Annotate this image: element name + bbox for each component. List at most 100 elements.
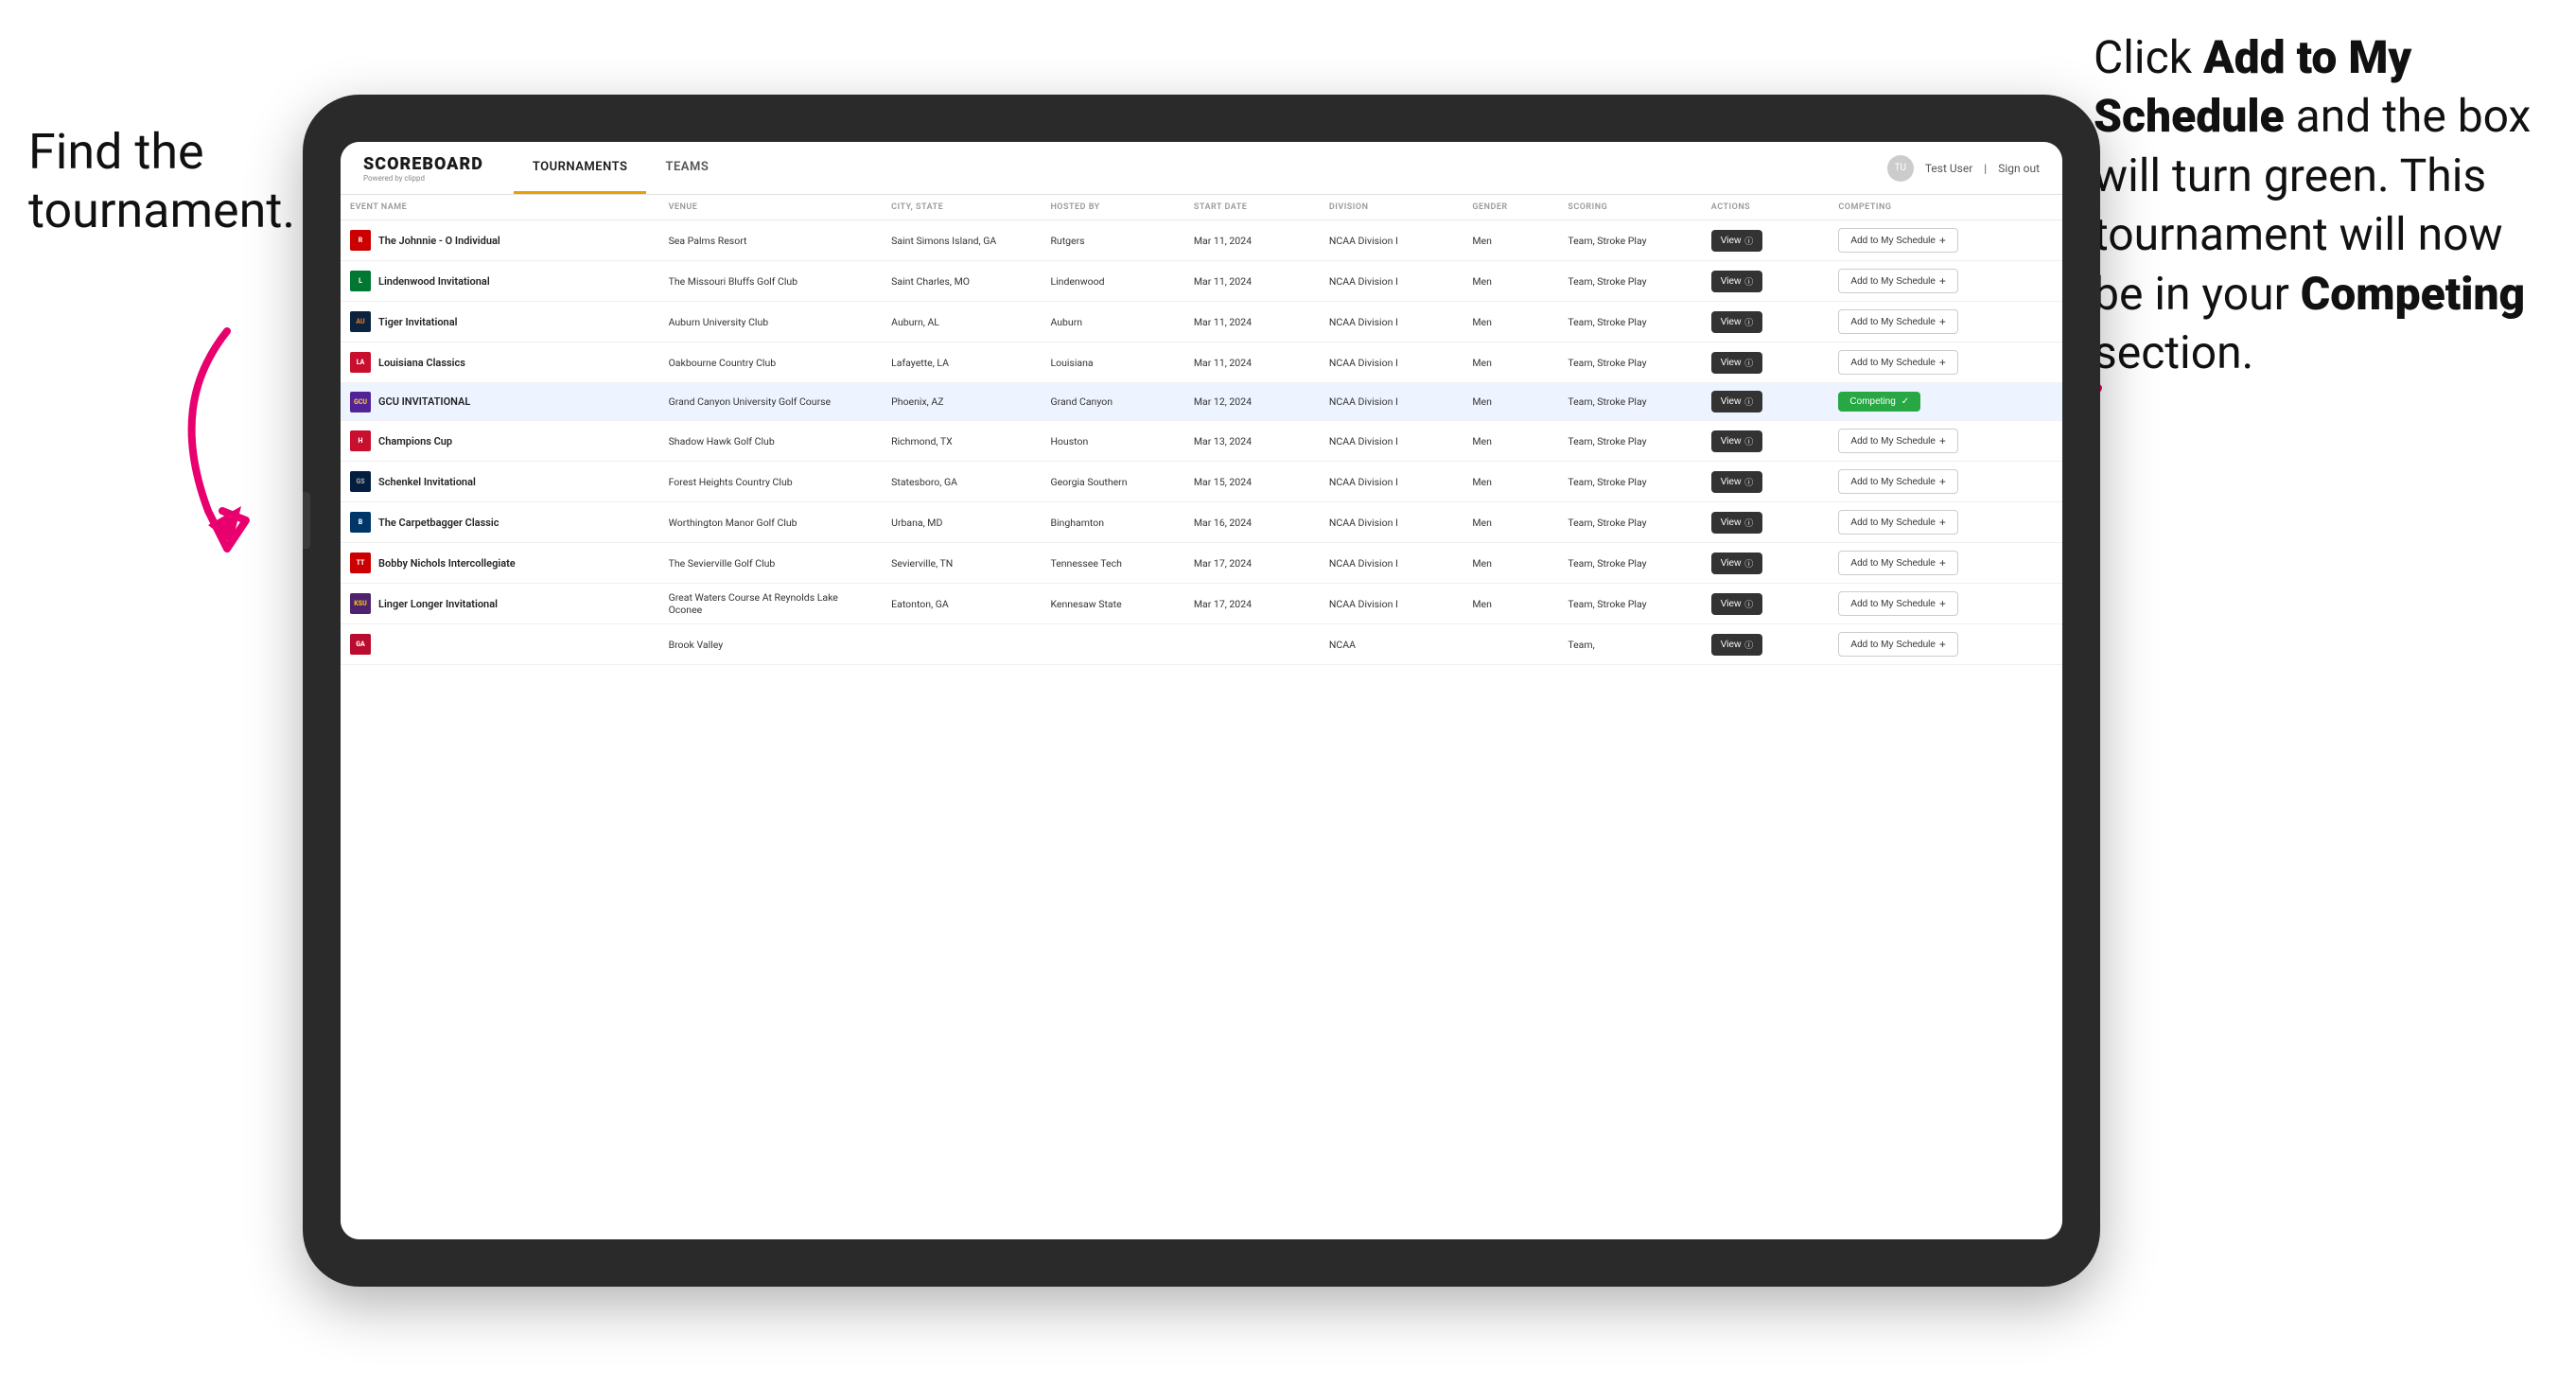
city-cell: Saint Charles, MO bbox=[882, 261, 1041, 302]
gender-cell: Men bbox=[1463, 220, 1558, 261]
add-to-schedule-button[interactable]: Add to My Schedule + bbox=[1838, 228, 1958, 253]
hosted-by-cell: Houston bbox=[1041, 421, 1183, 462]
view-button[interactable]: View ⓘ bbox=[1711, 311, 1763, 333]
tablet-screen: SCOREBOARD Powered by clippd TOURNAMENTS… bbox=[341, 142, 2062, 1239]
table-container: EVENT NAME VENUE CITY, STATE HOSTED BY S… bbox=[341, 195, 2062, 1239]
event-name-cell: GS Schenkel Invitational bbox=[350, 471, 650, 492]
competing-cell: Add to My Schedule + bbox=[1829, 584, 2062, 624]
view-button[interactable]: View ⓘ bbox=[1711, 593, 1763, 615]
scoring-cell: Team, Stroke Play bbox=[1558, 502, 1701, 543]
gender-cell: Men bbox=[1463, 502, 1558, 543]
event-name-cell: GCU GCU INVITATIONAL bbox=[350, 392, 650, 412]
hosted-by-cell: Binghamton bbox=[1041, 502, 1183, 543]
logo-sub: Powered by clippd bbox=[363, 174, 483, 183]
competing-button[interactable]: Competing ✓ bbox=[1838, 392, 1920, 412]
competing-cell: Add to My Schedule + bbox=[1829, 342, 2062, 383]
col-header-actions: ACTIONS bbox=[1702, 195, 1830, 220]
col-header-scoring: SCORING bbox=[1558, 195, 1701, 220]
view-button[interactable]: View ⓘ bbox=[1711, 634, 1763, 656]
gender-cell: Men bbox=[1463, 584, 1558, 624]
event-name-text: Linger Longer Invitational bbox=[378, 598, 498, 610]
table-row: LA Louisiana Classics Oakbourne Country … bbox=[341, 342, 2062, 383]
hosted-by-cell: Kennesaw State bbox=[1041, 584, 1183, 624]
scoring-cell: Team, Stroke Play bbox=[1558, 584, 1701, 624]
division-cell: NCAA Division I bbox=[1320, 462, 1463, 502]
team-logo: H bbox=[350, 430, 371, 451]
scoring-cell: Team, Stroke Play bbox=[1558, 261, 1701, 302]
team-logo: R bbox=[350, 230, 371, 251]
venue-cell: Worthington Manor Golf Club bbox=[659, 502, 883, 543]
view-button[interactable]: View ⓘ bbox=[1711, 230, 1763, 252]
tournaments-table: EVENT NAME VENUE CITY, STATE HOSTED BY S… bbox=[341, 195, 2062, 665]
city-cell: Eatonton, GA bbox=[882, 584, 1041, 624]
event-name-text: Lindenwood Invitational bbox=[378, 275, 490, 288]
sign-out-link[interactable]: Sign out bbox=[1998, 162, 2040, 175]
actions-cell: View ⓘ bbox=[1702, 342, 1830, 383]
add-to-schedule-button[interactable]: Add to My Schedule + bbox=[1838, 510, 1958, 535]
view-button[interactable]: View ⓘ bbox=[1711, 271, 1763, 292]
table-row: R The Johnnie - O Individual Sea Palms R… bbox=[341, 220, 2062, 261]
add-to-schedule-button[interactable]: Add to My Schedule + bbox=[1838, 551, 1958, 575]
event-name-text: Louisiana Classics bbox=[378, 357, 465, 369]
venue-cell: Sea Palms Resort bbox=[659, 220, 883, 261]
event-name-cell: H Champions Cup bbox=[350, 430, 650, 451]
venue-cell: Grand Canyon University Golf Course bbox=[659, 383, 883, 421]
competing-cell: Add to My Schedule + bbox=[1829, 220, 2062, 261]
gender-cell: Men bbox=[1463, 261, 1558, 302]
table-row: L Lindenwood Invitational The Missouri B… bbox=[341, 261, 2062, 302]
event-name-cell: GA bbox=[350, 634, 650, 655]
table-header-row: EVENT NAME VENUE CITY, STATE HOSTED BY S… bbox=[341, 195, 2062, 220]
event-name-text: GCU INVITATIONAL bbox=[378, 395, 470, 408]
view-button[interactable]: View ⓘ bbox=[1711, 512, 1763, 534]
hosted-by-cell: Rutgers bbox=[1041, 220, 1183, 261]
start-date-cell: Mar 17, 2024 bbox=[1184, 543, 1320, 584]
start-date-cell: Mar 15, 2024 bbox=[1184, 462, 1320, 502]
add-to-schedule-button[interactable]: Add to My Schedule + bbox=[1838, 269, 1958, 293]
venue-cell: Auburn University Club bbox=[659, 302, 883, 342]
table-row: KSU Linger Longer Invitational Great Wat… bbox=[341, 584, 2062, 624]
add-to-schedule-button[interactable]: Add to My Schedule + bbox=[1838, 591, 1958, 616]
division-cell: NCAA Division I bbox=[1320, 220, 1463, 261]
actions-cell: View ⓘ bbox=[1702, 543, 1830, 584]
actions-cell: View ⓘ bbox=[1702, 624, 1830, 665]
scoring-cell: Team, Stroke Play bbox=[1558, 383, 1701, 421]
start-date-cell: Mar 17, 2024 bbox=[1184, 584, 1320, 624]
venue-cell: Shadow Hawk Golf Club bbox=[659, 421, 883, 462]
add-to-schedule-button[interactable]: Add to My Schedule + bbox=[1838, 632, 1958, 657]
start-date-cell: Mar 16, 2024 bbox=[1184, 502, 1320, 543]
view-button[interactable]: View ⓘ bbox=[1711, 391, 1763, 412]
annotation-left-text: Find the tournament. bbox=[28, 123, 295, 239]
scoring-cell: Team, Stroke Play bbox=[1558, 462, 1701, 502]
add-to-schedule-button[interactable]: Add to My Schedule + bbox=[1838, 309, 1958, 334]
team-logo: LA bbox=[350, 352, 371, 373]
start-date-cell: Mar 11, 2024 bbox=[1184, 220, 1320, 261]
event-name-cell: AU Tiger Invitational bbox=[350, 311, 650, 332]
header-right: TU Test User | Sign out bbox=[1887, 155, 2040, 182]
event-name-cell: L Lindenwood Invitational bbox=[350, 271, 650, 291]
col-header-event: EVENT NAME bbox=[341, 195, 659, 220]
add-to-schedule-button[interactable]: Add to My Schedule + bbox=[1838, 469, 1958, 494]
view-button[interactable]: View ⓘ bbox=[1711, 352, 1763, 374]
gender-cell: Men bbox=[1463, 342, 1558, 383]
team-logo: AU bbox=[350, 311, 371, 332]
add-to-schedule-button[interactable]: Add to My Schedule + bbox=[1838, 350, 1958, 375]
venue-cell: Brook Valley bbox=[659, 624, 883, 665]
division-cell: NCAA Division I bbox=[1320, 502, 1463, 543]
actions-cell: View ⓘ bbox=[1702, 220, 1830, 261]
tab-tournaments[interactable]: TOURNAMENTS bbox=[514, 142, 647, 194]
view-button[interactable]: View ⓘ bbox=[1711, 553, 1763, 574]
team-logo: KSU bbox=[350, 593, 371, 614]
annotation-right: Click Add to My Schedule and the box wil… bbox=[2094, 28, 2548, 382]
add-to-schedule-button[interactable]: Add to My Schedule + bbox=[1838, 429, 1958, 453]
division-cell: NCAA Division I bbox=[1320, 543, 1463, 584]
city-cell bbox=[882, 624, 1041, 665]
gender-cell: Men bbox=[1463, 383, 1558, 421]
view-button[interactable]: View ⓘ bbox=[1711, 430, 1763, 452]
division-cell: NCAA Division I bbox=[1320, 342, 1463, 383]
event-name-cell: TT Bobby Nichols Intercollegiate bbox=[350, 553, 650, 573]
col-header-venue: VENUE bbox=[659, 195, 883, 220]
event-name-cell: B The Carpetbagger Classic bbox=[350, 512, 650, 533]
col-header-competing: COMPETING bbox=[1829, 195, 2062, 220]
view-button[interactable]: View ⓘ bbox=[1711, 471, 1763, 493]
tab-teams[interactable]: TEAMS bbox=[646, 142, 727, 194]
